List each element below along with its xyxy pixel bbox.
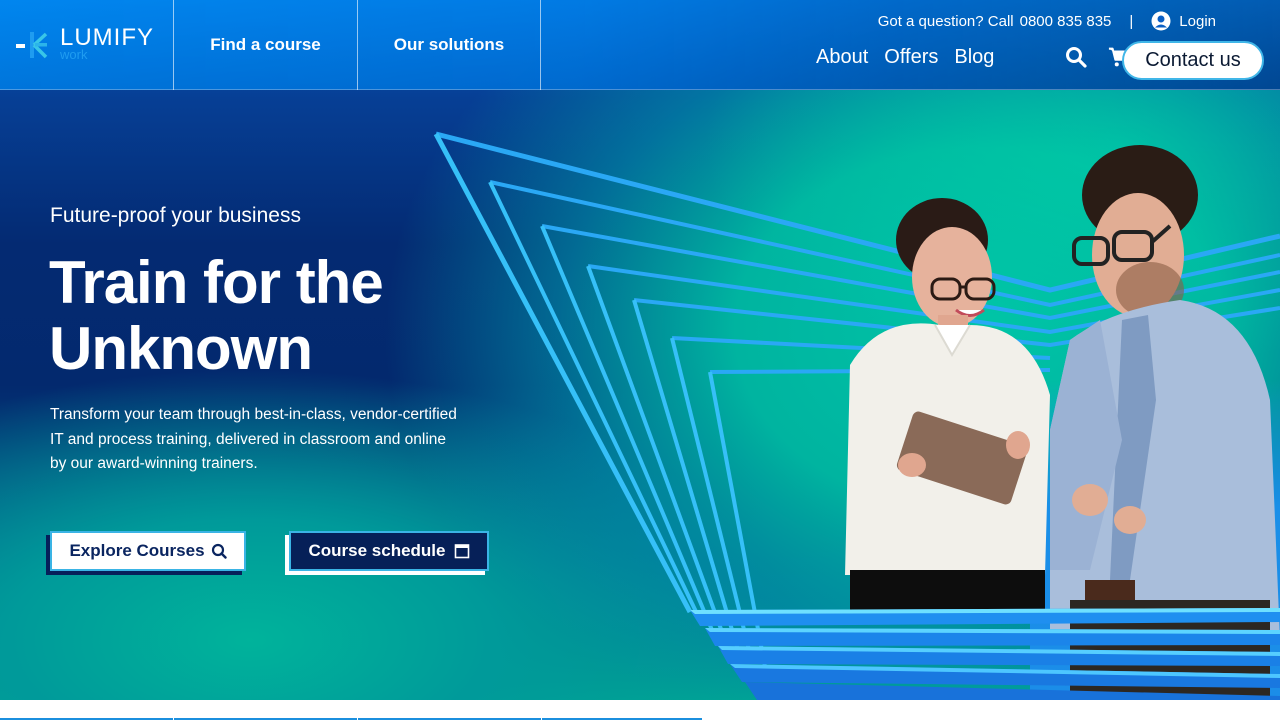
site-header: LUMIFY work Find a course Our solutions … [0,0,1280,90]
hero-headline: Train for the Unknown [49,250,469,382]
hero-headline-line2: Unknown [49,315,313,382]
course-schedule-label: Course schedule [308,541,446,560]
explore-courses-button[interactable]: Explore Courses [50,531,246,571]
hero-headline-line1: Train for the [49,249,384,316]
login-label: Login [1179,12,1216,30]
question-text: Got a question? Call [877,12,1014,30]
utility-separator: | [1129,12,1134,30]
nav-blog[interactable]: Blog [954,46,994,69]
phone-link[interactable]: 0800 835 835 [1020,13,1112,30]
page: LUMIFY work Find a course Our solutions … [0,0,1280,720]
nav-our-solutions[interactable]: Our solutions [357,0,540,90]
hero-lead-text: Transform your team through best-in-clas… [50,406,457,472]
calendar-icon [454,544,469,559]
hero-eyebrow: Future-proof your business [50,204,301,227]
utility-bar: Got a question? Call 0800 835 835 | Logi… [878,11,1216,31]
course-schedule-button[interactable]: Course schedule [289,531,489,571]
user-circle-icon [1151,11,1171,31]
lumify-logo-icon [16,32,48,59]
main-nav: About Offers Blog [816,45,1132,69]
nav-offers[interactable]: Offers [884,46,938,69]
nav-our-solutions-label: Our solutions [393,35,505,54]
logo-subtext: work [60,47,88,62]
nav-find-a-course-label: Find a course [210,35,321,54]
search-icon[interactable] [1064,45,1088,69]
contact-us-button[interactable]: Contact us [1122,41,1264,80]
page-bottom-strip [0,700,1280,720]
explore-courses-label: Explore Courses [69,541,205,560]
login-link[interactable]: Login [1151,11,1216,31]
nav-divider [540,0,541,90]
search-icon [211,543,227,559]
nav-about[interactable]: About [816,46,868,69]
nav-find-a-course[interactable]: Find a course [173,0,357,90]
lumify-work-logo[interactable]: LUMIFY work [14,24,164,66]
